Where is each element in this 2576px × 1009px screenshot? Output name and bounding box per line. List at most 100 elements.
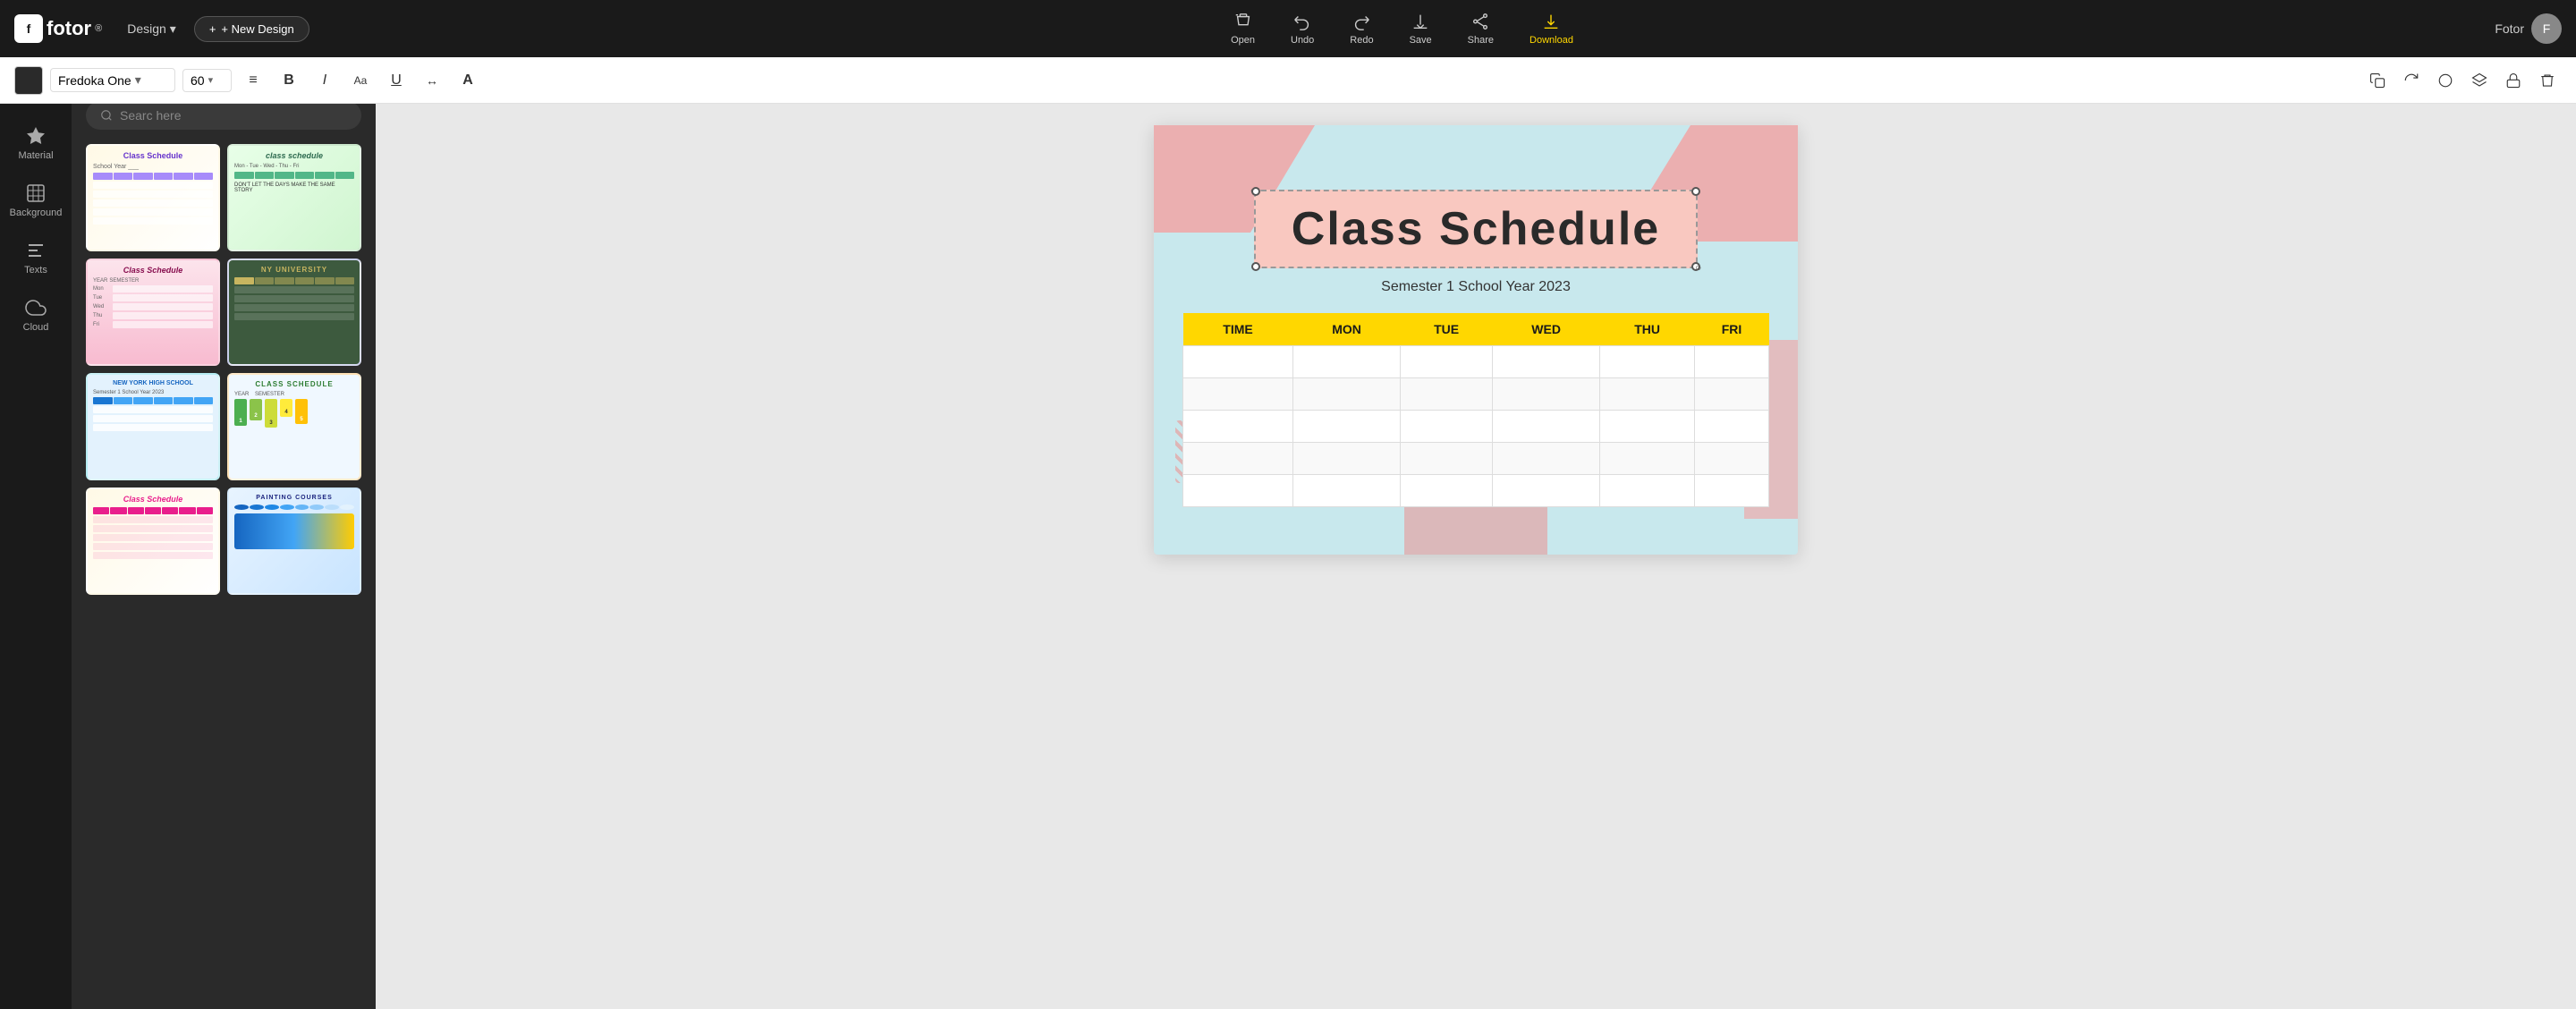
- rotate-button[interactable]: [2397, 66, 2426, 95]
- sidebar-item-cloud[interactable]: Cloud: [0, 286, 72, 343]
- cell-wed-1[interactable]: [1493, 346, 1600, 378]
- chevron-down-icon: ▾: [170, 21, 176, 37]
- sidebar-item-material[interactable]: Material: [0, 114, 72, 172]
- cell-time-5[interactable]: [1183, 475, 1293, 507]
- cell-time-3[interactable]: [1183, 411, 1293, 443]
- italic-button[interactable]: I: [310, 66, 339, 95]
- cell-wed-5[interactable]: [1493, 475, 1600, 507]
- table-row: [1183, 411, 1769, 443]
- title-box[interactable]: Class Schedule: [1254, 190, 1698, 268]
- bold-button[interactable]: B: [275, 66, 303, 95]
- table-row: [1183, 346, 1769, 378]
- font-name-label: Fredoka One: [58, 73, 131, 88]
- font-size-value: 60: [191, 73, 205, 88]
- col-fri: FRI: [1695, 313, 1769, 346]
- col-time: TIME: [1183, 313, 1293, 346]
- cell-thu-2[interactable]: [1600, 378, 1695, 411]
- redo-button[interactable]: Redo: [1343, 8, 1380, 49]
- font-size-button[interactable]: Aa: [346, 66, 375, 95]
- canvas-title[interactable]: Class Schedule: [1292, 202, 1660, 256]
- layers-button[interactable]: [2465, 66, 2494, 95]
- cell-fri-5[interactable]: [1695, 475, 1769, 507]
- title-container[interactable]: Class Schedule Semester 1 School Year 20…: [1182, 190, 1769, 295]
- logo-sup: ®: [95, 23, 102, 34]
- cell-fri-3[interactable]: [1695, 411, 1769, 443]
- case-button[interactable]: A: [453, 66, 482, 95]
- share-button[interactable]: Share: [1461, 8, 1501, 49]
- cell-thu-5[interactable]: [1600, 475, 1695, 507]
- cell-tue-1[interactable]: [1401, 346, 1493, 378]
- lock-button[interactable]: [2499, 66, 2528, 95]
- cell-time-2[interactable]: [1183, 378, 1293, 411]
- underline-button[interactable]: U: [382, 66, 411, 95]
- canvas-subtitle[interactable]: Semester 1 School Year 2023: [1381, 279, 1571, 295]
- left-sidebar: Template Material Background Texts Cloud: [0, 0, 72, 1009]
- cell-mon-4[interactable]: [1293, 443, 1401, 475]
- cell-tue-5[interactable]: [1401, 475, 1493, 507]
- cell-fri-1[interactable]: [1695, 346, 1769, 378]
- sidebar-item-background[interactable]: Background: [0, 172, 72, 229]
- template-card-7[interactable]: Class Schedule: [86, 488, 220, 595]
- corner-dot-tl: [1251, 187, 1260, 196]
- format-toolbar: Fredoka One ▾ 60 ▾ ≡ B I Aa U ↔ A: [0, 57, 2576, 104]
- cell-mon-3[interactable]: [1293, 411, 1401, 443]
- col-thu: THU: [1600, 313, 1695, 346]
- template-panel: Class Schedule Class Schedule School Yea…: [72, 57, 376, 1009]
- template-card-3[interactable]: Class Schedule YEAR SEMESTER Mon Tue: [86, 259, 220, 366]
- cell-tue-3[interactable]: [1401, 411, 1493, 443]
- table-header-row: TIME MON TUE WED THU FRI: [1183, 313, 1769, 346]
- schedule-table: TIME MON TUE WED THU FRI: [1182, 313, 1769, 507]
- cell-fri-2[interactable]: [1695, 378, 1769, 411]
- template-card-5[interactable]: NEW YORK HIGH SCHOOL Semester 1 School Y…: [86, 373, 220, 480]
- font-selector[interactable]: Fredoka One ▾: [50, 68, 175, 92]
- letter-spacing-button[interactable]: ↔: [418, 66, 446, 95]
- logo-text: fotor: [47, 17, 91, 40]
- open-button[interactable]: Open: [1224, 8, 1262, 49]
- col-wed: WED: [1493, 313, 1600, 346]
- table-row: [1183, 443, 1769, 475]
- search-icon: [100, 109, 113, 122]
- undo-button[interactable]: Undo: [1284, 8, 1321, 49]
- cell-mon-1[interactable]: [1293, 346, 1401, 378]
- plus-icon: +: [209, 22, 216, 36]
- design-menu-button[interactable]: Design ▾: [120, 18, 183, 40]
- cell-fri-4[interactable]: [1695, 443, 1769, 475]
- cell-tue-4[interactable]: [1401, 443, 1493, 475]
- sidebar-background-label: Background: [10, 208, 63, 218]
- chevron-down-icon: ▾: [135, 72, 141, 88]
- crop-button[interactable]: [2431, 66, 2460, 95]
- font-size-field[interactable]: 60 ▾: [182, 69, 232, 92]
- search-input[interactable]: [120, 108, 347, 123]
- sidebar-cloud-label: Cloud: [23, 322, 49, 333]
- sidebar-item-texts[interactable]: Texts: [0, 229, 72, 286]
- color-picker[interactable]: [14, 66, 43, 95]
- cell-time-1[interactable]: [1183, 346, 1293, 378]
- template-card-8[interactable]: PAINTING COURSES: [227, 488, 361, 595]
- template-card-1[interactable]: Class Schedule School Year ___: [86, 144, 220, 251]
- new-design-button[interactable]: + + New Design: [194, 16, 309, 42]
- template-card-6[interactable]: CLASS SCHEDULE YEAR SEMESTER 1 2 3 4: [227, 373, 361, 480]
- template-card-4[interactable]: NY UNIVERSITY: [227, 259, 361, 366]
- duplicate-button[interactable]: [2363, 66, 2392, 95]
- cell-wed-4[interactable]: [1493, 443, 1600, 475]
- col-tue: TUE: [1401, 313, 1493, 346]
- save-button[interactable]: Save: [1402, 8, 1439, 49]
- cell-tue-2[interactable]: [1401, 378, 1493, 411]
- cell-time-4[interactable]: [1183, 443, 1293, 475]
- cell-thu-3[interactable]: [1600, 411, 1695, 443]
- cell-wed-2[interactable]: [1493, 378, 1600, 411]
- delete-button[interactable]: [2533, 66, 2562, 95]
- app-logo[interactable]: f fotor®: [14, 14, 102, 43]
- cell-thu-1[interactable]: [1600, 346, 1695, 378]
- col-mon: MON: [1293, 313, 1401, 346]
- cell-wed-3[interactable]: [1493, 411, 1600, 443]
- download-button[interactable]: Download: [1522, 8, 1580, 49]
- cell-thu-4[interactable]: [1600, 443, 1695, 475]
- user-avatar[interactable]: F: [2531, 13, 2562, 44]
- format-actions: [2363, 66, 2562, 95]
- cell-mon-2[interactable]: [1293, 378, 1401, 411]
- align-button[interactable]: ≡: [239, 66, 267, 95]
- template-card-2[interactable]: class schedule Mon - Tue - Wed - Thu - F…: [227, 144, 361, 251]
- chevron-down-icon: ▾: [208, 74, 214, 86]
- cell-mon-5[interactable]: [1293, 475, 1401, 507]
